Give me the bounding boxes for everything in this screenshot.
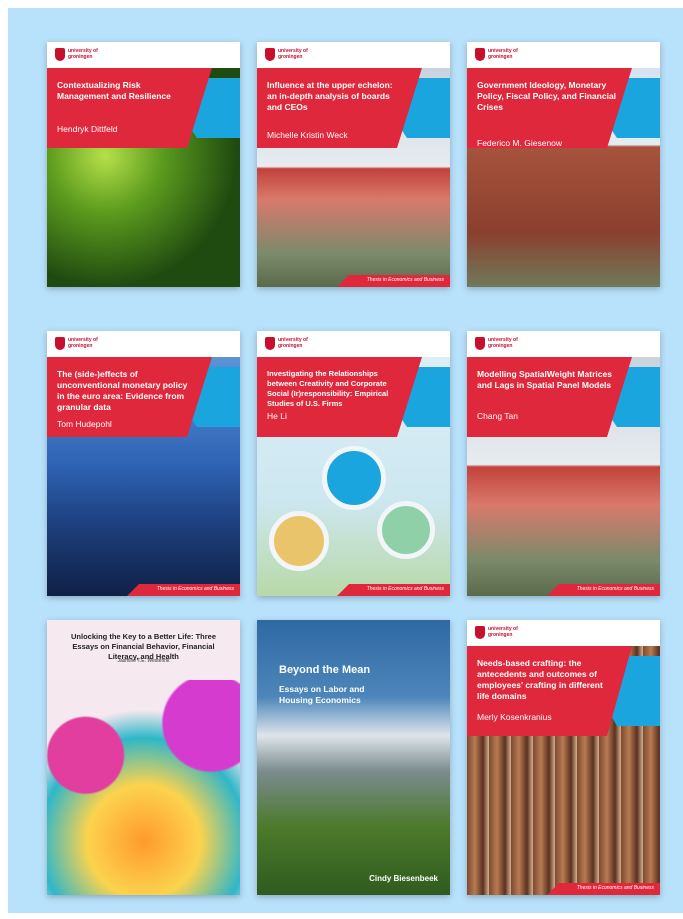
crest-icon: [55, 337, 65, 350]
university-logo: university of groningen: [475, 48, 524, 61]
colorful-illustration: [47, 680, 240, 895]
university-logo: university of groningen: [475, 337, 524, 350]
series-footer: Thesis in Economics and Business: [257, 584, 450, 596]
logo-text: university of groningen: [488, 337, 518, 349]
logo-text: university of groningen: [278, 48, 308, 60]
series-label: Thesis in Economics and Business: [156, 586, 234, 592]
logo-text: university of groningen: [488, 626, 518, 638]
person-at-desk-illustration: [377, 501, 435, 559]
logo-text: university of groningen: [68, 337, 98, 349]
university-logo: university of groningen: [265, 337, 314, 350]
book-title: The (side-)effects of unconventional mon…: [57, 369, 188, 412]
crest-icon: [265, 48, 275, 61]
university-logo: university of groningen: [55, 48, 104, 61]
book-author: Chang Tan: [477, 411, 518, 421]
book-cover-1[interactable]: university of groningen Contextualizing …: [47, 42, 240, 287]
book-author: Merly Kosenkranius: [477, 712, 552, 722]
cover-header: university of groningen: [467, 42, 660, 68]
book-author: Federico M. Giesenow: [477, 138, 563, 148]
book-cover-5[interactable]: university of groningen Investigating th…: [257, 331, 450, 596]
book-cover-7[interactable]: Unlocking the Key to a Better Life: Thre…: [47, 620, 240, 895]
university-logo: university of groningen: [55, 337, 104, 350]
crest-icon: [475, 337, 485, 350]
book-cover-collage: university of groningen Contextualizing …: [8, 8, 683, 913]
series-label: Thesis in Economics and Business: [366, 586, 444, 592]
logo-text: university of groningen: [278, 337, 308, 349]
cover-header: university of groningen: [257, 331, 450, 357]
book-cover-9[interactable]: university of groningen Needs-based craf…: [467, 620, 660, 895]
logo-text: university of groningen: [68, 48, 98, 60]
book-title: Investigating the Relationships between …: [267, 369, 389, 408]
book-cover-6[interactable]: university of groningen Modelling Spatia…: [467, 331, 660, 596]
book-title: Modelling SpatialWeight Matrices and Lag…: [477, 369, 612, 390]
book-author: Tom Hudepohl: [57, 419, 112, 429]
series-label: Thesis in Economics and Business: [366, 277, 444, 283]
book-author: Cindy Biesenbeek: [369, 874, 438, 883]
series-footer: Thesis in Economics and Business: [467, 883, 660, 895]
book-title: Needs-based crafting: the antecedents an…: [477, 658, 603, 701]
book-author: Jasmine T.E. Westerink: [117, 658, 170, 664]
series-footer: Thesis in Economics and Business: [257, 275, 450, 287]
cover-header: university of groningen: [47, 331, 240, 357]
brain-lightbulb-illustration: [322, 446, 386, 510]
cover-header: university of groningen: [257, 42, 450, 68]
crest-icon: [265, 337, 275, 350]
book-cover-4[interactable]: university of groningen The (side-)effec…: [47, 331, 240, 596]
book-title: Contextualizing Risk Management and Resi…: [57, 80, 171, 101]
book-cover-8[interactable]: Beyond the Mean Essays on Labor and Hous…: [257, 620, 450, 895]
crest-icon: [55, 48, 65, 61]
series-footer: Thesis in Economics and Business: [47, 584, 240, 596]
handshake-illustration: [269, 511, 329, 571]
book-author: Hendryk Dittfeld: [57, 124, 118, 134]
series-label: Thesis in Economics and Business: [576, 586, 654, 592]
book-title: Influence at the upper echelon: an in-de…: [267, 80, 393, 112]
logo-text: university of groningen: [488, 48, 518, 60]
cover-header: university of groningen: [47, 42, 240, 68]
series-footer: Thesis in Economics and Business: [467, 584, 660, 596]
crest-icon: [475, 48, 485, 61]
book-cover-2[interactable]: university of groningen Influence at the…: [257, 42, 450, 287]
crest-icon: [475, 626, 485, 639]
book-subtitle: Essays on Labor and Housing Economics: [279, 684, 365, 705]
university-logo: university of groningen: [475, 626, 524, 639]
book-title: Government Ideology, Monetary Policy, Fi…: [477, 80, 617, 112]
book-author: He Li: [267, 411, 287, 421]
university-logo: university of groningen: [265, 48, 314, 61]
series-label: Thesis in Economics and Business: [576, 885, 654, 891]
book-cover-3[interactable]: university of groningen Government Ideol…: [467, 42, 660, 287]
book-title: Beyond the Mean: [279, 664, 371, 676]
book-author: Michelle Kristin Weck: [267, 130, 348, 140]
cover-header: university of groningen: [467, 620, 660, 646]
cover-header: university of groningen: [467, 331, 660, 357]
